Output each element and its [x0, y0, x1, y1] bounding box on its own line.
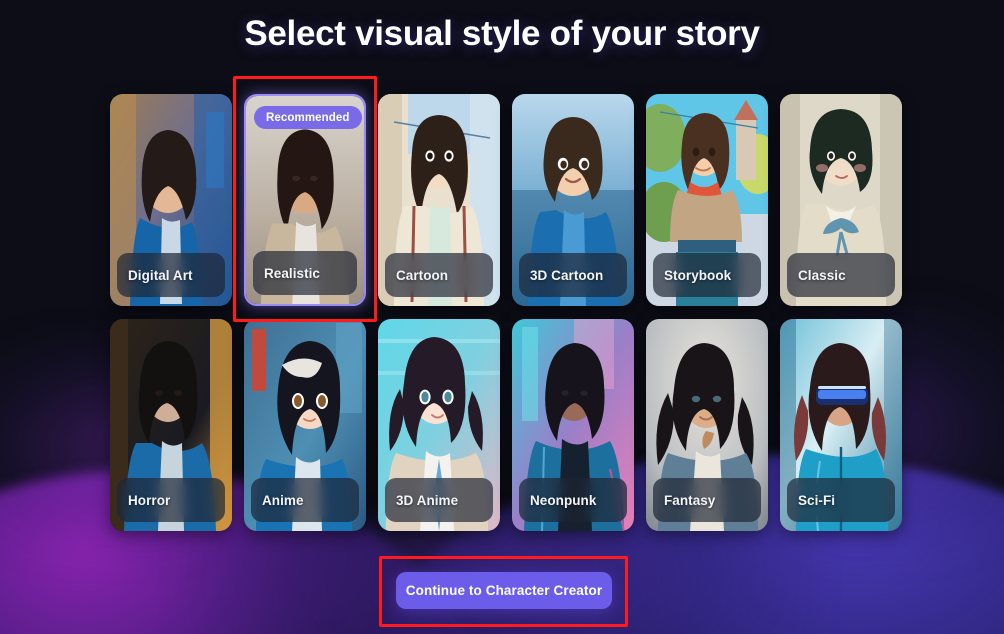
continue-to-character-creator-button[interactable]: Continue to Character Creator: [396, 572, 612, 609]
style-card-label: Classic: [798, 267, 846, 283]
style-card-label: Realistic: [264, 265, 320, 281]
visual-style-grid: Digital Art Recommended Realistic Cartoo…: [110, 94, 902, 531]
style-label-chip: Classic: [787, 253, 895, 297]
page-title: Select visual style of your story: [244, 14, 760, 53]
style-label-chip: Horror: [117, 478, 225, 522]
style-card-label: Fantasy: [664, 492, 716, 508]
style-card-3d-cartoon[interactable]: 3D Cartoon: [512, 94, 634, 306]
style-card-3d-anime[interactable]: 3D Anime: [378, 319, 500, 531]
style-card-storybook[interactable]: Storybook: [646, 94, 768, 306]
style-label-chip: 3D Anime: [385, 478, 493, 522]
style-card-label: Neonpunk: [530, 492, 597, 508]
style-label-chip: Neonpunk: [519, 478, 627, 522]
style-card-sci-fi[interactable]: Sci-Fi: [780, 319, 902, 531]
style-label-chip: Storybook: [653, 253, 761, 297]
style-card-label: Cartoon: [396, 267, 449, 283]
style-card-label: 3D Cartoon: [530, 267, 604, 283]
style-card-fantasy[interactable]: Fantasy: [646, 319, 768, 531]
style-label-chip: Fantasy: [653, 478, 761, 522]
style-card-cartoon[interactable]: Cartoon: [378, 94, 500, 306]
style-card-label: Sci-Fi: [798, 492, 836, 508]
style-card-label: Storybook: [664, 267, 732, 283]
style-card-horror[interactable]: Horror: [110, 319, 232, 531]
style-card-realistic[interactable]: Recommended Realistic: [244, 94, 366, 306]
style-label-chip: 3D Cartoon: [519, 253, 627, 297]
style-card-anime[interactable]: Anime: [244, 319, 366, 531]
style-card-label: 3D Anime: [396, 492, 459, 508]
style-card-classic[interactable]: Classic: [780, 94, 902, 306]
style-card-digital-art[interactable]: Digital Art: [110, 94, 232, 306]
recommended-badge: Recommended: [254, 106, 362, 129]
style-card-label: Anime: [262, 492, 304, 508]
style-card-label: Digital Art: [128, 267, 193, 283]
recommended-badge-label: Recommended: [254, 106, 362, 129]
style-card-neonpunk[interactable]: Neonpunk: [512, 319, 634, 531]
style-label-chip: Cartoon: [385, 253, 493, 297]
style-label-chip: Sci-Fi: [787, 478, 895, 522]
style-label-chip: Digital Art: [117, 253, 225, 297]
style-label-chip: Anime: [251, 478, 359, 522]
style-label-chip: Realistic: [253, 251, 357, 295]
style-card-label: Horror: [128, 492, 171, 508]
